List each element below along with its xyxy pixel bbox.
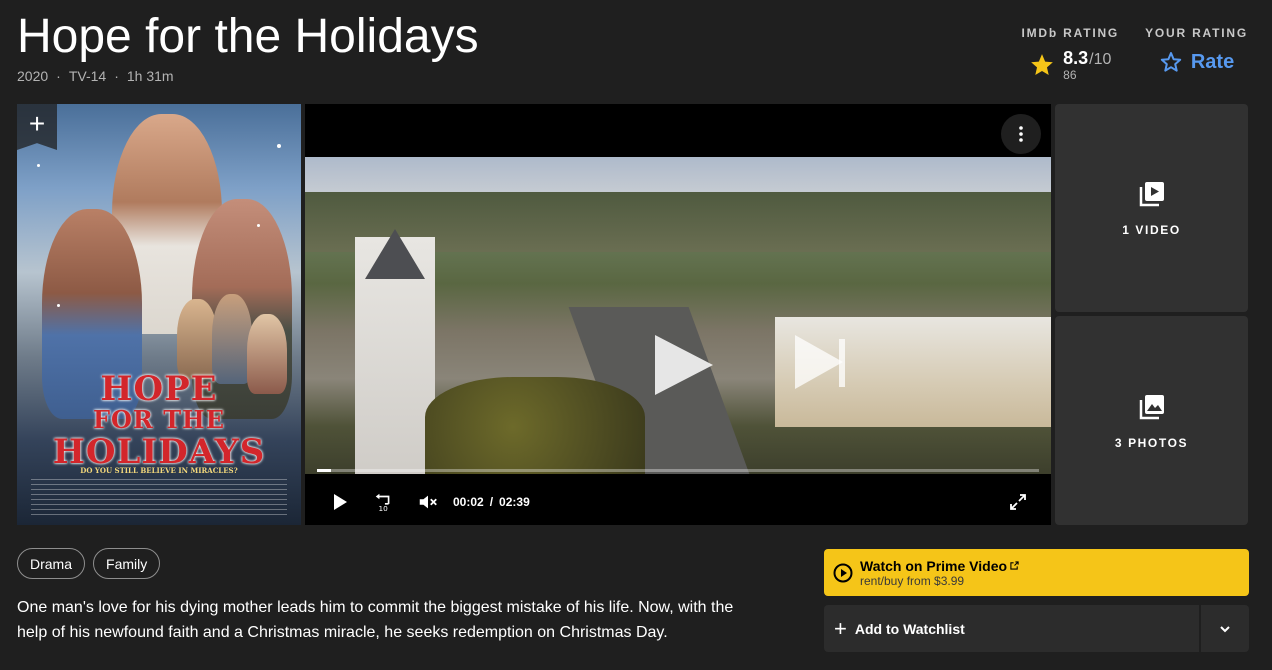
external-link-icon <box>1010 561 1019 570</box>
video-progress-fill <box>317 469 332 472</box>
play-circle-icon <box>833 563 853 582</box>
poster-credits <box>31 479 287 519</box>
video-progress-bar[interactable] <box>317 469 1039 472</box>
play-overlay-icon[interactable] <box>655 335 713 395</box>
kebab-icon[interactable] <box>1001 114 1041 154</box>
photos-label: 3 PHOTOS <box>1114 435 1189 450</box>
title-meta: 2020 · TV-14 · 1h 31m <box>17 68 174 84</box>
imdb-score: 8.3 <box>1063 48 1089 68</box>
prime-price: rent/buy from $3.99 <box>860 573 965 588</box>
release-year[interactable]: 2020 <box>17 68 48 84</box>
replay-10-icon[interactable]: 10 <box>373 491 395 513</box>
poster-title-line: HOPE <box>100 369 218 409</box>
genre-chip[interactable]: Family <box>93 548 161 579</box>
video-scene-sky <box>305 157 1051 197</box>
imdb-score-max: /10 <box>1089 51 1112 68</box>
score-wrap: 8.3 /10 86 <box>1063 48 1111 81</box>
ratings-panel: IMDb RATING 8.3 /10 86 YOUR RATING Rate <box>1022 26 1249 81</box>
rate-button[interactable]: Rate <box>1159 50 1234 74</box>
video-controls: 10 00:02 / 02:39 <box>305 487 1051 517</box>
next-overlay-bar <box>839 339 845 387</box>
your-rating-block: YOUR RATING Rate <box>1145 26 1248 81</box>
plot-summary: One man's love for his dying mother lead… <box>17 599 734 641</box>
prime-title-text: Watch on Prime Video <box>860 557 1008 574</box>
poster-tagline: DO YOU STILL BELIEVE IN MIRACLES? <box>80 466 238 475</box>
add-to-watchlist-ribbon[interactable]: + <box>17 104 57 150</box>
snowflake <box>277 144 281 148</box>
photo-library-icon <box>1139 394 1164 419</box>
kebab-dots <box>1019 126 1023 142</box>
plus-icon: + <box>834 615 847 641</box>
prime-text: Watch on Prime Video rent/buy from $3.99 <box>860 558 1019 588</box>
poster[interactable]: HOPE FOR THE HOLIDAYS DO YOU STILL BELIE… <box>17 104 301 525</box>
current-time: 00:02 <box>453 495 484 509</box>
star-icon <box>1031 53 1053 75</box>
video-frame[interactable] <box>305 157 1051 474</box>
time-divider: / <box>489 495 494 509</box>
rate-label: Rate <box>1190 50 1235 73</box>
meta-separator: · <box>56 68 61 84</box>
play-icon[interactable] <box>331 493 349 511</box>
snowflake <box>37 164 40 167</box>
next-overlay-icon <box>795 335 843 389</box>
page-title: Hope for the Holidays <box>17 10 479 63</box>
photos-tile[interactable]: 3 PHOTOS <box>1055 316 1248 525</box>
poster-title-line: HOLIDAYS <box>52 432 266 472</box>
imdb-rating-block[interactable]: IMDb RATING 8.3 /10 86 <box>1022 26 1120 81</box>
video-scene-trees <box>425 377 645 474</box>
mute-icon[interactable] <box>417 491 439 513</box>
watch-on-prime-button[interactable]: Watch on Prime Video rent/buy from $3.99 <box>824 549 1249 596</box>
poster-title-line: FOR THE <box>92 405 226 434</box>
prime-title: Watch on Prime Video <box>860 558 1019 574</box>
add-to-watchlist-button[interactable]: + Add to Watchlist <box>824 605 1199 652</box>
watchlist-label: Add to Watchlist <box>854 620 965 637</box>
svg-text:10: 10 <box>379 504 389 513</box>
imdb-rating-label: IMDb RATING <box>1021 26 1120 40</box>
video-player[interactable]: 10 00:02 / 02:39 <box>305 104 1051 525</box>
poster-figure <box>177 299 217 379</box>
fullscreen-icon[interactable] <box>1009 493 1027 511</box>
videos-label: 1 VIDEO <box>1122 223 1181 237</box>
video-time: 00:02 / 02:39 <box>453 495 530 509</box>
video-library-icon <box>1139 182 1164 207</box>
watchlist-dropdown-button[interactable] <box>1201 605 1249 652</box>
vote-count: 86 <box>1063 68 1077 82</box>
star-outline-icon <box>1160 52 1182 72</box>
videos-tile[interactable]: 1 VIDEO <box>1055 104 1248 312</box>
poster-title: HOPE FOR THE HOLIDAYS <box>17 372 301 470</box>
snowflake <box>57 304 60 307</box>
duration: 02:39 <box>499 495 530 509</box>
watchlist-control: + Add to Watchlist <box>824 605 1249 652</box>
score-line: 8.3 /10 <box>1063 48 1111 69</box>
certificate[interactable]: TV-14 <box>69 68 106 84</box>
genre-chip[interactable]: Drama <box>17 548 86 579</box>
snowflake <box>257 224 260 227</box>
your-rating-label: YOUR RATING <box>1145 26 1248 40</box>
genre-chips: Drama Family <box>17 548 161 579</box>
meta-separator: · <box>114 68 119 84</box>
runtime: 1h 31m <box>126 68 174 84</box>
imdb-rating-value[interactable]: 8.3 /10 86 <box>1029 48 1111 81</box>
poster-figure <box>212 294 252 384</box>
chevron-down-icon <box>1220 625 1230 632</box>
